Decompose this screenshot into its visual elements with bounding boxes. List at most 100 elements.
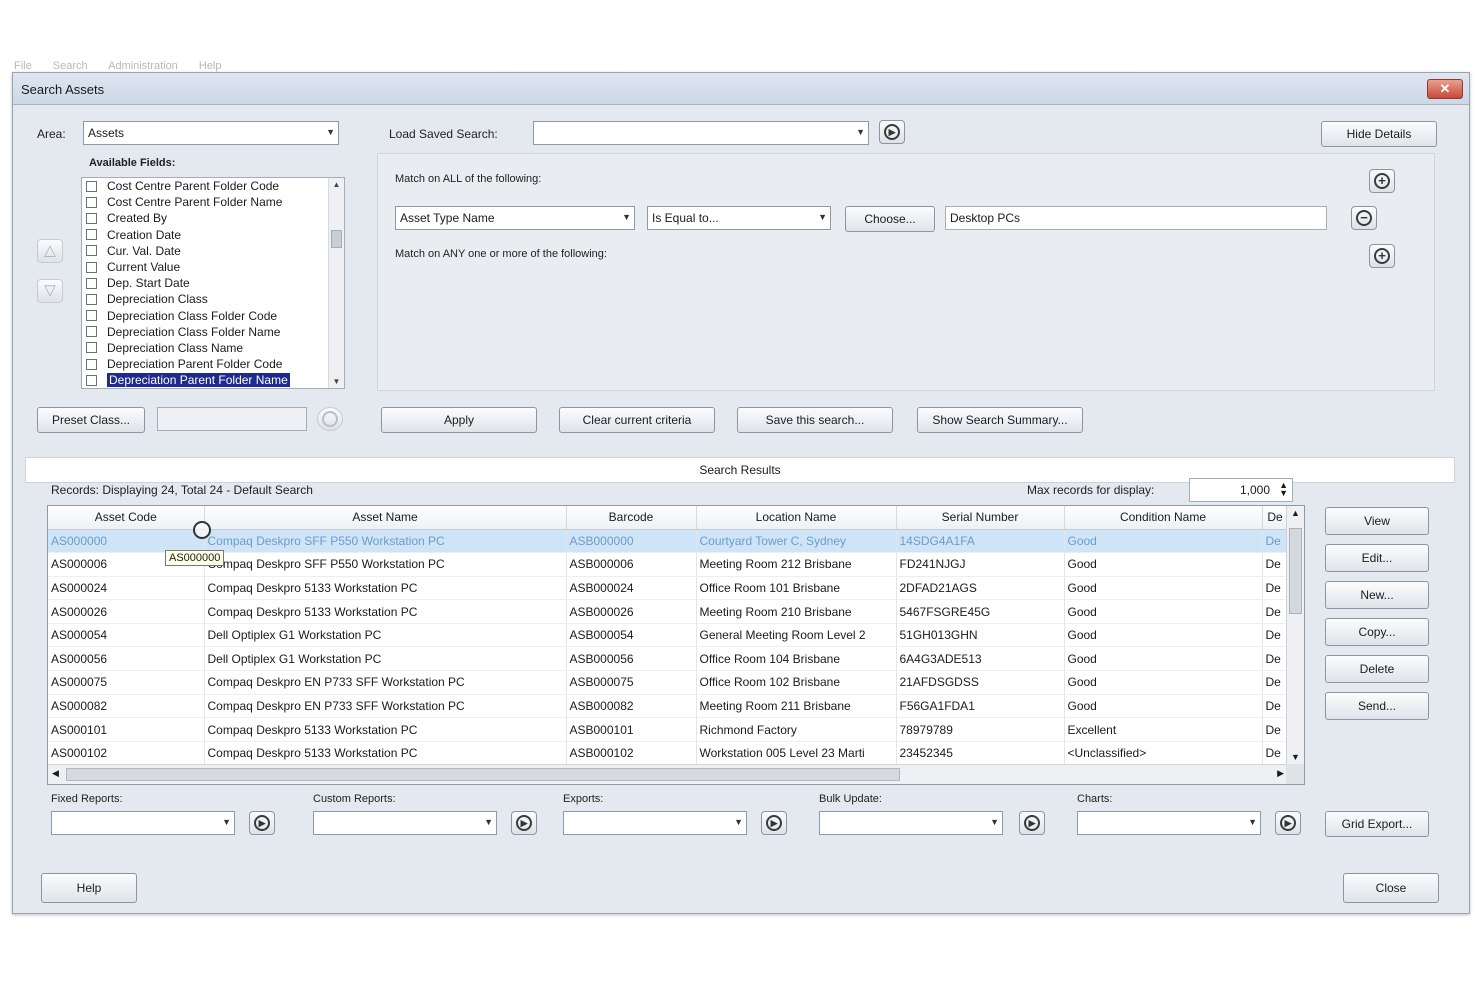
custom-reports-go-button[interactable]: ▸ <box>511 811 537 835</box>
exports-select[interactable]: ▼ <box>563 811 747 835</box>
close-window-button[interactable]: ✕ <box>1427 79 1463 99</box>
available-fields-list[interactable]: Cost Centre Parent Folder CodeCost Centr… <box>81 177 345 389</box>
field-checkbox[interactable] <box>86 245 97 256</box>
field-list-item[interactable]: Creation Date <box>82 227 344 243</box>
column-header[interactable]: Location Name <box>696 506 896 529</box>
close-button[interactable]: Close <box>1343 873 1439 903</box>
scroll-down-icon[interactable]: ▼ <box>1291 752 1300 762</box>
column-header[interactable]: Barcode <box>566 506 696 529</box>
delete-button[interactable]: Delete <box>1325 655 1429 683</box>
table-row[interactable]: AS000075Compaq Deskpro EN P733 SFF Works… <box>48 671 1288 695</box>
scroll-down-icon[interactable]: ▼ <box>329 377 344 386</box>
scroll-thumb[interactable] <box>331 230 342 248</box>
table-cell: 78979789 <box>896 718 1064 742</box>
grid-hscroll-thumb[interactable] <box>66 768 900 781</box>
column-header[interactable]: Asset Code <box>48 506 204 529</box>
save-search-button[interactable]: Save this search... <box>737 407 893 433</box>
field-checkbox[interactable] <box>86 310 97 321</box>
view-button[interactable]: View <box>1325 507 1429 535</box>
field-list-item[interactable]: Depreciation Class Folder Name <box>82 324 344 340</box>
field-list-item[interactable]: Cur. Val. Date <box>82 243 344 259</box>
field-checkbox[interactable] <box>86 342 97 353</box>
charts-go-button[interactable]: ▸ <box>1275 811 1301 835</box>
scroll-right-icon[interactable]: ▶ <box>1277 768 1284 779</box>
table-row[interactable]: AS000026Compaq Deskpro 5133 Workstation … <box>48 600 1288 624</box>
remove-criteria-button[interactable]: − <box>1351 206 1377 230</box>
copy-button[interactable]: Copy... <box>1325 618 1429 646</box>
max-records-input[interactable]: 1,000 ▲▼ <box>1189 478 1293 502</box>
edit-button[interactable]: Edit... <box>1325 544 1429 572</box>
fixed-reports-go-button[interactable]: ▸ <box>249 811 275 835</box>
field-checkbox[interactable] <box>86 197 97 208</box>
criteria-value-input[interactable]: Desktop PCs <box>945 206 1327 230</box>
scroll-left-icon[interactable]: ◀ <box>52 768 59 779</box>
table-row[interactable]: AS000024Compaq Deskpro 5133 Workstation … <box>48 576 1288 600</box>
hide-details-button[interactable]: Hide Details <box>1321 121 1437 147</box>
add-all-criteria-button[interactable]: + <box>1369 169 1395 193</box>
field-list-item[interactable]: Current Value <box>82 259 344 275</box>
column-header[interactable]: Asset Name <box>204 506 566 529</box>
preset-class-button[interactable]: Preset Class... <box>37 407 145 433</box>
add-any-criteria-button[interactable]: + <box>1369 244 1395 268</box>
fixed-reports-select[interactable]: ▼ <box>51 811 235 835</box>
move-down-button[interactable]: ▽ <box>37 279 63 303</box>
field-checkbox[interactable] <box>86 213 97 224</box>
spinner-icon[interactable]: ▲▼ <box>1279 481 1288 497</box>
scroll-up-icon[interactable]: ▲ <box>329 180 344 189</box>
column-header[interactable]: Condition Name <box>1064 506 1262 529</box>
table-row[interactable]: AS000000Compaq Deskpro SFF P550 Workstat… <box>48 529 1288 553</box>
column-header[interactable]: Serial Number <box>896 506 1064 529</box>
grid-horizontal-scrollbar[interactable]: ◀ ▶ <box>48 764 1288 784</box>
table-cell: Compaq Deskpro 5133 Workstation PC <box>204 600 566 624</box>
field-list-item[interactable]: Depreciation Class Folder Code <box>82 308 344 324</box>
grid-vscroll-thumb[interactable] <box>1289 528 1302 614</box>
field-checkbox[interactable] <box>86 359 97 370</box>
help-button[interactable]: Help <box>41 873 137 903</box>
show-summary-button[interactable]: Show Search Summary... <box>917 407 1083 433</box>
grid-vertical-scrollbar[interactable]: ▲ ▼ <box>1286 506 1304 764</box>
fields-scrollbar[interactable]: ▲ ▼ <box>328 178 344 388</box>
field-checkbox[interactable] <box>86 278 97 289</box>
move-up-button[interactable]: △ <box>37 239 63 263</box>
field-checkbox[interactable] <box>86 375 97 386</box>
grid-export-button[interactable]: Grid Export... <box>1325 811 1429 837</box>
table-cell: Richmond Factory <box>696 718 896 742</box>
column-header[interactable]: De <box>1262 506 1288 529</box>
field-checkbox[interactable] <box>86 294 97 305</box>
criteria-operator-select[interactable]: Is Equal to... ▼ <box>647 206 831 230</box>
results-grid[interactable]: Asset CodeAsset NameBarcodeLocation Name… <box>47 505 1305 785</box>
field-list-item[interactable]: Dep. Start Date <box>82 275 344 291</box>
field-list-item[interactable]: Cost Centre Parent Folder Name <box>82 194 344 210</box>
scroll-up-icon[interactable]: ▲ <box>1291 508 1300 518</box>
send-button[interactable]: Send... <box>1325 692 1429 720</box>
bulk-update-select[interactable]: ▼ <box>819 811 1003 835</box>
table-row[interactable]: AS000102Compaq Deskpro 5133 Workstation … <box>48 741 1288 765</box>
field-checkbox[interactable] <box>86 262 97 273</box>
field-list-item[interactable]: Depreciation Class Name <box>82 340 344 356</box>
field-list-item[interactable]: Depreciation Parent Folder Name <box>82 372 344 388</box>
field-checkbox[interactable] <box>86 229 97 240</box>
criteria-field-select[interactable]: Asset Type Name ▼ <box>395 206 635 230</box>
field-checkbox[interactable] <box>86 181 97 192</box>
table-row[interactable]: AS000054Dell Optiplex G1 Workstation PCA… <box>48 623 1288 647</box>
table-row[interactable]: AS000056Dell Optiplex G1 Workstation PCA… <box>48 647 1288 671</box>
exports-go-button[interactable]: ▸ <box>761 811 787 835</box>
new-button[interactable]: New... <box>1325 581 1429 609</box>
field-checkbox[interactable] <box>86 326 97 337</box>
choose-button[interactable]: Choose... <box>845 206 935 232</box>
table-row[interactable]: AS000082Compaq Deskpro EN P733 SFF Works… <box>48 694 1288 718</box>
load-search-go-button[interactable]: ▸ <box>879 120 905 144</box>
area-select[interactable]: Assets ▼ <box>83 121 339 145</box>
clear-criteria-button[interactable]: Clear current criteria <box>559 407 715 433</box>
field-list-item[interactable]: Created By <box>82 210 344 226</box>
bulk-update-go-button[interactable]: ▸ <box>1019 811 1045 835</box>
apply-button[interactable]: Apply <box>381 407 537 433</box>
table-row[interactable]: AS000006Compaq Deskpro SFF P550 Workstat… <box>48 553 1288 577</box>
saved-search-select[interactable]: ▼ <box>533 121 869 145</box>
field-list-item[interactable]: Cost Centre Parent Folder Code <box>82 178 344 194</box>
custom-reports-select[interactable]: ▼ <box>313 811 497 835</box>
field-list-item[interactable]: Depreciation Class <box>82 291 344 307</box>
field-list-item[interactable]: Depreciation Parent Folder Code <box>82 356 344 372</box>
table-row[interactable]: AS000101Compaq Deskpro 5133 Workstation … <box>48 718 1288 742</box>
charts-select[interactable]: ▼ <box>1077 811 1261 835</box>
